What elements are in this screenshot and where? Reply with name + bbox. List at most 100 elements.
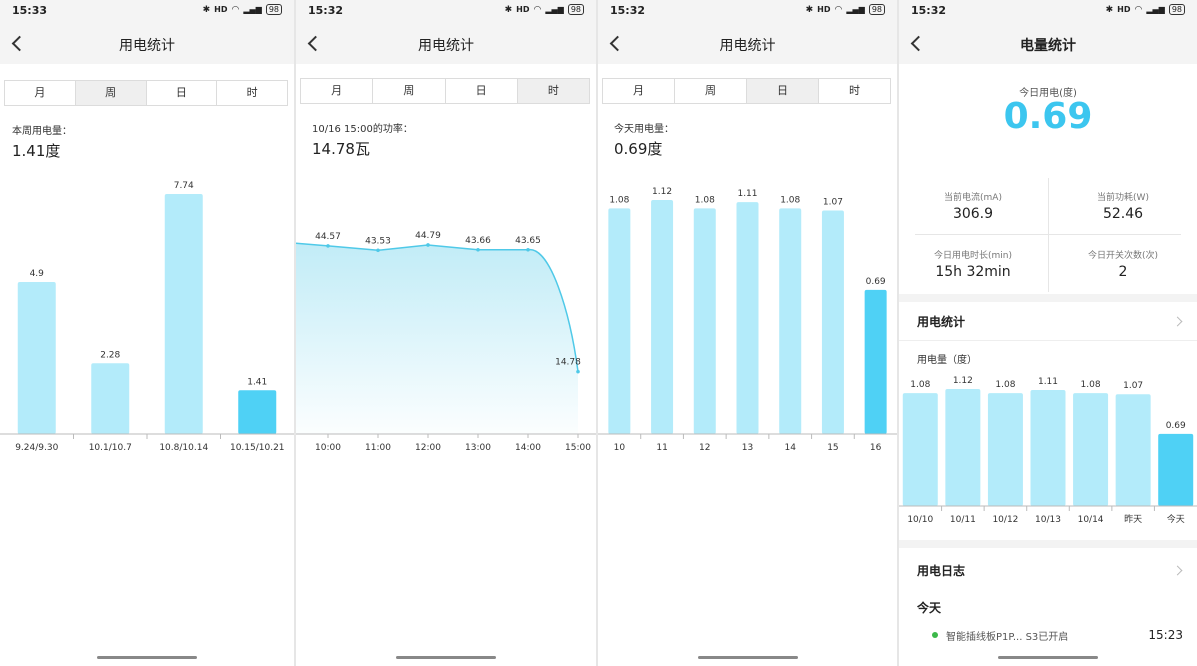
hd-icon: HD — [214, 5, 228, 14]
bar-value-label: 1.11 — [1038, 377, 1058, 387]
data-point — [526, 247, 530, 252]
status-time: 15:33 — [12, 4, 48, 17]
bar-value-label: 4.9 — [30, 269, 45, 279]
hd-icon: HD — [516, 5, 530, 14]
tab-month[interactable]: 月 — [603, 79, 675, 103]
point-value-label: 44.57 — [315, 232, 341, 242]
tab-hour[interactable]: 时 — [217, 81, 287, 105]
status-time: 15:32 — [308, 4, 344, 17]
tab-week[interactable]: 周 — [675, 79, 747, 103]
chart-bar — [608, 208, 631, 434]
chart-bar — [1030, 390, 1066, 506]
usage-stats-section-title[interactable]: 用电统计 — [917, 313, 965, 330]
stat-value: 2 — [1118, 264, 1128, 280]
tab-month[interactable]: 月 — [301, 79, 374, 103]
tab-day[interactable]: 日 — [747, 79, 819, 103]
status-icons: ✱ HD ◠ ▂▄▆ 98 — [203, 4, 282, 15]
x-tick-label: 13 — [742, 443, 753, 453]
x-tick-label: 11:00 — [365, 443, 391, 453]
x-tick-label: 14 — [784, 443, 796, 453]
page-title: 用电统计 — [418, 38, 474, 54]
log-entry-time: 15:23 — [1148, 628, 1183, 642]
bluetooth-icon: ✱ — [504, 4, 513, 15]
chart-bar — [1073, 393, 1109, 506]
stat-label: 今日开关次数(次) — [1087, 251, 1159, 261]
chart-bar — [651, 200, 674, 434]
screen-hourly-power: 15:32 ✱ HD ◠ ▂▄▆ 98 用电统计 月 周 日 时 10/16 1… — [296, 0, 596, 666]
chart-bar — [987, 393, 1023, 506]
x-tick-label: 10/14 — [1078, 515, 1104, 525]
page-title: 电量统计 — [1020, 38, 1076, 54]
status-time: 15:32 — [911, 4, 947, 17]
x-tick-label: 10.1/10.7 — [89, 443, 132, 453]
tab-week[interactable]: 周 — [75, 81, 147, 105]
divider — [899, 340, 1197, 341]
nav-bar: 电量统计 — [899, 22, 1197, 64]
status-bar: 15:32 ✱ HD ◠ ▂▄▆ 98 — [899, 0, 1197, 22]
usage-log-section-title[interactable]: 用电日志 — [917, 562, 965, 579]
summary-label: 10/16 15:00的功率： — [312, 124, 413, 135]
x-tick-label: 10/10 — [907, 515, 933, 525]
bar-value-label: 1.12 — [953, 376, 973, 386]
wifi-icon: ◠ — [533, 4, 542, 15]
stat-label: 当前功耗(W) — [1097, 193, 1149, 203]
tab-day[interactable]: 日 — [147, 81, 218, 105]
home-indicator[interactable] — [396, 656, 496, 659]
x-tick-label: 12:00 — [415, 443, 441, 453]
x-tick-label: 昨天 — [1124, 513, 1142, 525]
home-indicator[interactable] — [697, 656, 798, 659]
summary-label: 本周用电量： — [12, 126, 72, 137]
point-value-label: 44.79 — [415, 231, 441, 241]
home-indicator[interactable] — [97, 656, 197, 659]
stat-value: 52.46 — [1102, 206, 1144, 222]
nav-bar: 用电统计 — [0, 22, 294, 64]
bar-value-label: 0.69 — [866, 277, 886, 287]
bar-value-label: 1.08 — [995, 380, 1015, 390]
battery-icon: 98 — [567, 4, 584, 15]
data-point — [476, 247, 480, 252]
x-tick-label: 14:00 — [515, 443, 541, 453]
tab-hour[interactable]: 时 — [819, 79, 890, 103]
chart-bar — [821, 210, 844, 434]
tab-month[interactable]: 月 — [5, 81, 76, 105]
status-dot-icon — [932, 632, 938, 638]
bar-value-label: 7.74 — [174, 181, 194, 191]
wifi-icon: ◠ — [834, 4, 843, 15]
data-point — [376, 248, 380, 253]
stat-label: 今日用电时长(min) — [934, 251, 1012, 261]
chart-bar — [864, 289, 887, 434]
chart-bar — [1158, 433, 1194, 506]
x-tick-label: 10.15/10.21 — [230, 443, 285, 453]
hd-icon: HD — [817, 5, 831, 14]
status-time: 15:32 — [610, 4, 646, 17]
x-tick-label: 10/12 — [992, 515, 1018, 525]
bar-value-label: 2.28 — [100, 350, 120, 360]
x-tick-label: 15 — [827, 443, 838, 453]
status-icons: ✱ HD ◠ ▂▄▆ 98 — [806, 4, 885, 15]
screen-energy-dashboard: 15:32 ✱ HD ◠ ▂▄▆ 98 电量统计 今日用电(度) 0.69 当前… — [899, 0, 1197, 666]
status-icons: ✱ HD ◠ ▂▄▆ 98 — [505, 4, 584, 15]
battery-icon: 98 — [265, 4, 282, 15]
signal-icon: ▂▄▆ — [846, 5, 865, 14]
stat-label: 当前电流(mA) — [944, 193, 1002, 203]
page-title: 用电统计 — [719, 38, 776, 54]
page-title: 用电统计 — [119, 38, 175, 54]
tab-week[interactable]: 周 — [373, 79, 446, 103]
chart-bar — [1115, 394, 1151, 506]
bar-value-label: 1.07 — [1123, 381, 1143, 391]
x-tick-label: 10:00 — [315, 443, 341, 453]
x-tick-label: 10/13 — [1035, 515, 1061, 525]
chart-bar — [902, 393, 938, 506]
wifi-icon: ◠ — [231, 4, 240, 15]
tab-day[interactable]: 日 — [446, 79, 518, 103]
home-indicator[interactable] — [998, 656, 1098, 659]
summary-value: 1.41度 — [12, 142, 61, 160]
x-tick-label: 10 — [614, 443, 626, 453]
tab-hour[interactable]: 时 — [517, 79, 589, 103]
weekly-bar-chart: 4.9 9.24/9.30 2.28 10.1/10.7 7.74 10.8/10.14 1… — [0, 181, 294, 453]
point-value-label: 43.65 — [515, 236, 541, 246]
chart-bar — [164, 194, 203, 434]
screen-weekly-stats: 15:33 ✱ HD ◠ ▂▄▆ 98 用电统计 月 周 日 时 本周用电量： … — [0, 0, 294, 666]
bar-value-label: 1.11 — [737, 189, 757, 199]
wifi-icon: ◠ — [1134, 4, 1143, 15]
